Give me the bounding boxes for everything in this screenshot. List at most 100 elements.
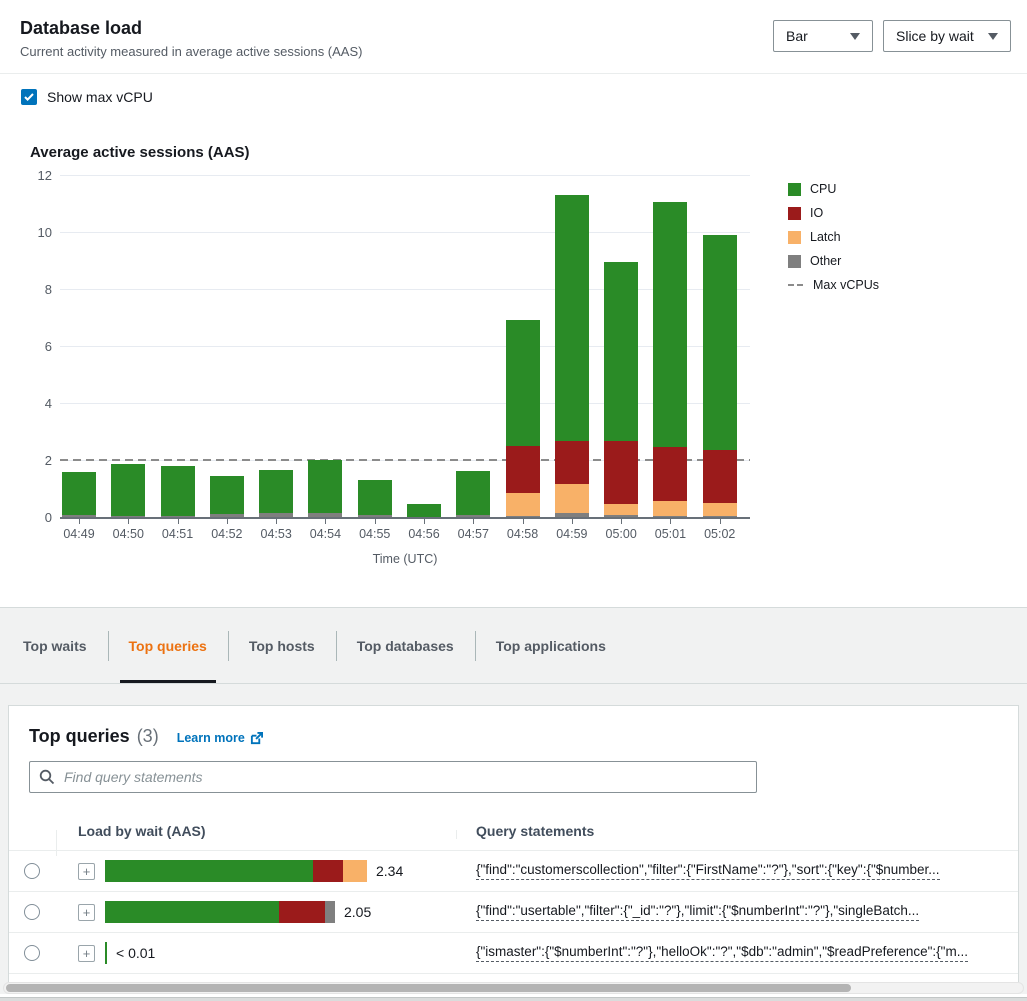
bar-segment-cpu (407, 504, 441, 517)
x-tick (670, 519, 671, 524)
expand-row-button[interactable]: + (78, 863, 95, 880)
load-by-wait-bar (105, 901, 335, 923)
x-tick (178, 519, 179, 524)
bar-segment-cpu (62, 472, 96, 515)
row-radio-button[interactable] (24, 904, 40, 920)
bottom-edge (0, 997, 1027, 1001)
bar-segment-io (703, 450, 737, 503)
chart-legend: CPU IO Latch Other Max vCPUs (788, 177, 879, 566)
chart-bar (111, 464, 145, 517)
dashed-line-swatch (788, 284, 804, 286)
chart-bar (703, 235, 737, 517)
bar-segment-other (308, 513, 342, 517)
top-queries-title: Top queries (29, 726, 130, 747)
bar-segment-other (456, 515, 490, 517)
page-title: Database load (20, 18, 362, 39)
bar-segment-other (604, 515, 638, 517)
tab-top-applications[interactable]: Top applications (475, 608, 627, 683)
chart-bar (653, 202, 687, 517)
gridline (60, 175, 750, 176)
chart-bar (407, 504, 441, 517)
query-statement-link[interactable]: {"find":"customerscollection","filter":{… (476, 862, 940, 880)
bar-segment-cpu (506, 320, 540, 445)
bar-segment-other (111, 516, 145, 517)
legend-swatch (788, 231, 801, 244)
y-tick-label: 4 (20, 396, 52, 411)
x-tick (325, 519, 326, 524)
gridline (60, 289, 750, 290)
y-tick-label: 12 (20, 168, 52, 183)
query-statement-link[interactable]: {"ismaster":{"$numberInt":"?"},"helloOk"… (476, 944, 968, 962)
checkmark-icon (24, 93, 34, 101)
bar-segment-cpu (111, 464, 145, 515)
chart-bar (358, 480, 392, 517)
lower-section: Top queries (3) Learn more Load by wait … (0, 684, 1027, 994)
gridline (60, 232, 750, 233)
load-bar-segment-latch (343, 860, 367, 882)
legend-label: Max vCPUs (813, 278, 879, 292)
load-by-wait-bar (105, 860, 367, 882)
bar-segment-other (555, 513, 589, 517)
expand-row-button[interactable]: + (78, 904, 95, 921)
scrollbar-thumb[interactable] (6, 984, 851, 992)
load-bar-segment-cpu (105, 942, 107, 964)
show-max-vcpu-checkbox[interactable] (21, 89, 37, 105)
x-tick (621, 519, 622, 524)
slice-by-dropdown[interactable]: Slice by wait (883, 20, 1011, 52)
load-bar-segment-cpu (105, 860, 313, 882)
x-tick (424, 519, 425, 524)
load-bar-segment-io (313, 860, 343, 882)
bar-segment-cpu (604, 262, 638, 442)
legend-label: IO (810, 206, 823, 220)
bar-segment-latch (506, 493, 540, 516)
bar-segment-cpu (653, 202, 687, 447)
query-table-body: +2.34{"find":"customerscollection","filt… (9, 851, 1018, 974)
legend-item: CPU (788, 182, 879, 196)
search-input[interactable] (29, 761, 757, 793)
show-max-vcpu-control: Show max vCPU (21, 89, 1027, 105)
max-vcpus-line (60, 459, 750, 461)
external-link-icon (250, 732, 263, 745)
chart-bar (161, 466, 195, 517)
legend-item: Other (788, 254, 879, 268)
table-row: +< 0.01{"ismaster":{"$numberInt":"?"},"h… (9, 933, 1018, 974)
bar-segment-io (506, 446, 540, 493)
tab-top-hosts[interactable]: Top hosts (228, 608, 336, 683)
bar-segment-cpu (703, 235, 737, 450)
load-bar-segment-cpu (105, 901, 279, 923)
bar-segment-other (259, 513, 293, 517)
chart-bar (456, 471, 490, 517)
bar-segment-latch (653, 501, 687, 515)
expand-row-button[interactable]: + (78, 945, 95, 962)
y-tick-label: 8 (20, 282, 52, 297)
legend-label: Latch (810, 230, 841, 244)
chart-bar (62, 472, 96, 517)
row-radio-button[interactable] (24, 863, 40, 879)
chart-bar (604, 262, 638, 517)
chevron-down-icon (850, 33, 860, 40)
load-bar-segment-io (279, 901, 325, 923)
top-queries-card: Top queries (3) Learn more Load by wait … (8, 705, 1019, 994)
legend-item: IO (788, 206, 879, 220)
learn-more-link[interactable]: Learn more (177, 731, 263, 745)
chart-type-dropdown[interactable]: Bar (773, 20, 873, 52)
tab-strip: Top waitsTop queriesTop hostsTop databas… (0, 607, 1027, 684)
legend-label: Other (810, 254, 841, 268)
chart-bar (506, 320, 540, 517)
bar-segment-other (358, 515, 392, 517)
row-radio-button[interactable] (24, 945, 40, 961)
tab-top-databases[interactable]: Top databases (336, 608, 475, 683)
bar-segment-cpu (358, 480, 392, 515)
query-statement-link[interactable]: {"find":"usertable","filter":{"_id":"?"}… (476, 903, 919, 921)
query-table-header: Load by wait (AAS) Query statements (9, 811, 1018, 851)
tab-top-waits[interactable]: Top waits (2, 608, 108, 683)
tab-top-queries[interactable]: Top queries (108, 608, 228, 683)
x-axis: 04:4904:5004:5104:5204:5304:5404:5504:56… (60, 519, 750, 545)
x-tick-label: 05:02 (690, 527, 750, 541)
chart-bar (555, 195, 589, 517)
y-tick-label: 10 (20, 225, 52, 240)
horizontal-scrollbar[interactable] (3, 982, 1024, 994)
database-load-header: Database load Current activity measured … (0, 0, 1027, 74)
gridline (60, 403, 750, 404)
legend-item: Latch (788, 230, 879, 244)
